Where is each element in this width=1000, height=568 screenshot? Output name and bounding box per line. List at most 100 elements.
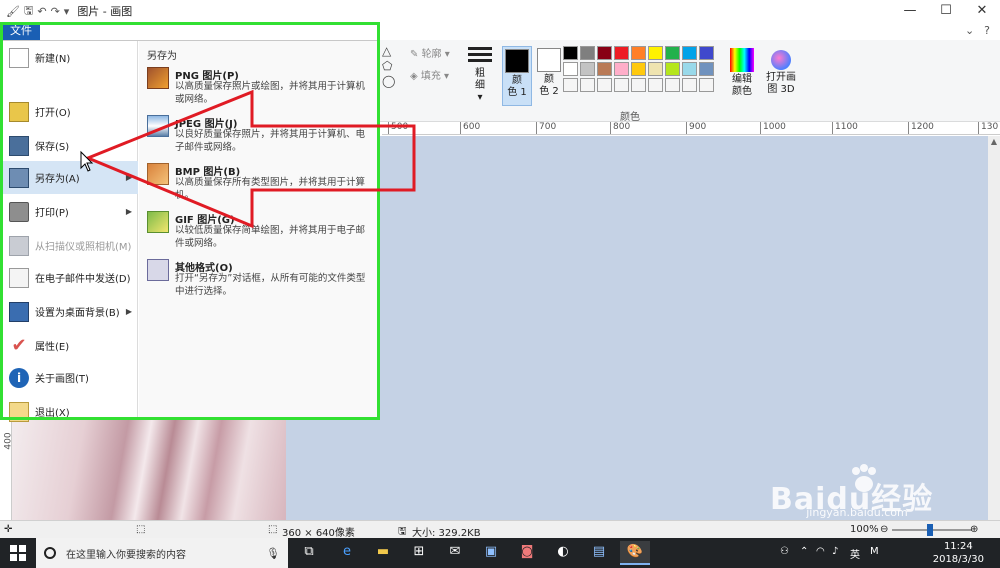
show-hidden-icons[interactable]: ⌃ xyxy=(800,546,808,557)
outline-dropdown[interactable]: ✎ 轮廓 ▾ xyxy=(410,44,470,66)
watermark-url: jingyan.baidu.com xyxy=(806,506,908,519)
taskbar-clock[interactable]: 11:24 2018/3/30 xyxy=(933,540,984,566)
save-as-option[interactable]: JPEG 图片(J) 以良好质量保存照片，并将其用于计算机、电子邮件或网络。 xyxy=(147,115,371,161)
start-button[interactable] xyxy=(10,545,26,561)
shapes-gallery: △ ⬠ ◯ xyxy=(382,44,410,89)
undo-icon[interactable]: ↶ xyxy=(37,5,46,18)
file-menu-item[interactable]: 新建(N) xyxy=(3,41,138,74)
vertical-scrollbar[interactable]: ▲ xyxy=(988,136,1000,520)
zoom-slider-thumb[interactable] xyxy=(927,524,934,536)
fill-dropdown[interactable]: ◈ 填充 ▾ xyxy=(410,66,470,88)
palette-swatch[interactable] xyxy=(614,46,629,60)
palette-swatch[interactable] xyxy=(614,62,629,76)
palette-swatch[interactable] xyxy=(682,78,697,92)
palette-swatch[interactable] xyxy=(682,46,697,60)
palette-swatch[interactable] xyxy=(597,46,612,60)
color-1-button[interactable]: 颜 色 1 xyxy=(502,46,532,106)
palette-swatch[interactable] xyxy=(699,62,714,76)
palette-swatch[interactable] xyxy=(648,46,663,60)
file-menu-item[interactable]: 在电子邮件中发送(D) xyxy=(3,261,138,294)
file-menu-item[interactable]: ✔ 属性(E) xyxy=(3,329,138,362)
store-icon[interactable]: ⊞ xyxy=(404,541,434,565)
file-menu-item[interactable]: 保存(S) xyxy=(3,129,138,162)
file-menu-item[interactable]: 设置为桌面背景(B) ▶ xyxy=(3,295,138,328)
save-as-option[interactable]: GIF 图片(G) 以较低质量保存简单绘图，并将其用于电子邮件或网络。 xyxy=(147,211,371,257)
clock-date: 2018/3/30 xyxy=(932,554,984,565)
palette-swatch[interactable] xyxy=(580,62,595,76)
pentagon-shape-icon[interactable]: ⬠ xyxy=(382,59,410,74)
outline-label: 轮廓 xyxy=(421,49,442,60)
file-menu-item-label: 保存(S) xyxy=(35,142,70,153)
paint-3d-label: 打开画 图 3D xyxy=(766,72,796,95)
palette-swatch[interactable] xyxy=(631,62,646,76)
palette-swatch[interactable] xyxy=(648,62,663,76)
callout-shape-icon[interactable]: ◯ xyxy=(382,74,410,89)
paint-taskbar-icon[interactable]: 🎨 xyxy=(620,541,650,565)
scroll-up-icon[interactable]: ▲ xyxy=(988,136,1000,148)
palette-swatch[interactable] xyxy=(665,78,680,92)
microphone-icon[interactable]: 🎙 xyxy=(266,547,280,560)
save-as-heading: 另存为 xyxy=(147,51,177,62)
file-tab[interactable]: 文件 xyxy=(2,22,40,40)
zoom-in-icon[interactable]: ⊕ xyxy=(970,524,978,535)
triangle-shape-icon[interactable]: △ xyxy=(382,44,410,59)
screen-capture-icon[interactable]: ◙ xyxy=(512,541,542,565)
collapse-ribbon-icon[interactable]: ⌄ xyxy=(965,24,974,37)
customize-toolbar-icon[interactable]: ▾ xyxy=(64,5,70,18)
palette-swatch[interactable] xyxy=(682,62,697,76)
palette-swatch[interactable] xyxy=(648,78,663,92)
mail-icon[interactable]: ✉ xyxy=(440,541,470,565)
palette-swatch[interactable] xyxy=(631,78,646,92)
document-app-icon[interactable]: ▤ xyxy=(584,541,614,565)
input-language[interactable]: 英 xyxy=(850,546,860,561)
redo-icon[interactable]: ↷ xyxy=(51,5,60,18)
palette-swatch[interactable] xyxy=(580,46,595,60)
palette-swatch[interactable] xyxy=(665,62,680,76)
file-menu-item[interactable]: i 关于画图(T) xyxy=(3,361,138,394)
network-app-icon[interactable]: ▣ xyxy=(476,541,506,565)
size-button[interactable]: 粗 细 ▾ xyxy=(466,44,494,104)
file-menu-item[interactable]: 另存为(A) ▶ xyxy=(3,161,138,194)
palette-swatch[interactable] xyxy=(563,62,578,76)
palette-swatch[interactable] xyxy=(597,62,612,76)
people-icon[interactable]: ⚇ xyxy=(780,546,789,557)
ruler-tick: 700 xyxy=(536,122,556,134)
palette-swatch[interactable] xyxy=(597,78,612,92)
palette-swatch[interactable] xyxy=(665,46,680,60)
save-icon[interactable]: 🖫 xyxy=(24,2,33,21)
save-as-option[interactable]: BMP 图片(B) 以高质量保存所有类型图片，并将其用于计算机。 xyxy=(147,163,371,209)
help-icon[interactable]: ? xyxy=(984,24,990,37)
edge-browser-icon[interactable]: e xyxy=(332,541,362,565)
file-explorer-icon[interactable]: ▬ xyxy=(368,541,398,565)
palette-swatch[interactable] xyxy=(699,78,714,92)
canvas-image[interactable] xyxy=(12,420,286,520)
task-view-icon[interactable]: ⧉ xyxy=(294,541,324,565)
file-menu-item[interactable]: 退出(X) xyxy=(3,395,138,428)
palette-swatch[interactable] xyxy=(631,46,646,60)
color-2-label: 颜 色 2 xyxy=(539,74,559,97)
palette-swatch[interactable] xyxy=(614,78,629,92)
wifi-icon[interactable]: ◠ xyxy=(816,546,825,557)
zoom-out-icon[interactable]: ⊖ xyxy=(880,524,888,535)
palette-swatch[interactable] xyxy=(563,78,578,92)
edit-colors-button[interactable]: 编辑 颜色 xyxy=(724,48,760,98)
file-menu-item[interactable]: 打印(P) ▶ xyxy=(3,195,138,228)
minimize-button[interactable]: — xyxy=(892,0,928,22)
file-menu-item[interactable]: 打开(O) xyxy=(3,95,138,128)
open-paint-3d-button[interactable]: 打开画 图 3D xyxy=(762,48,800,96)
chevron-right-icon: ▶ xyxy=(125,207,132,216)
save-as-option[interactable]: PNG 图片(P) 以高质量保存照片或绘图，并将其用于计算机或网络。 xyxy=(147,67,371,113)
close-button[interactable]: ✕ xyxy=(964,0,1000,22)
save-as-option[interactable]: 其他格式(O) 打开“另存为”对话框，从所有可能的文件类型中进行选择。 xyxy=(147,259,371,305)
file-size: 大小: 329.2KB xyxy=(412,528,481,539)
palette-swatch[interactable] xyxy=(563,46,578,60)
gif-image-icon xyxy=(147,211,169,233)
palette-swatch[interactable] xyxy=(580,78,595,92)
image-viewer-icon[interactable]: ◐ xyxy=(548,541,578,565)
ime-indicator[interactable]: M xyxy=(870,546,879,557)
taskbar-search[interactable]: 在这里输入你要搜索的内容 🎙 xyxy=(36,538,288,568)
color-2-button[interactable]: 颜 色 2 xyxy=(534,46,564,106)
volume-icon[interactable]: ♪ xyxy=(832,546,838,557)
maximize-button[interactable]: ☐ xyxy=(928,0,964,22)
palette-swatch[interactable] xyxy=(699,46,714,60)
